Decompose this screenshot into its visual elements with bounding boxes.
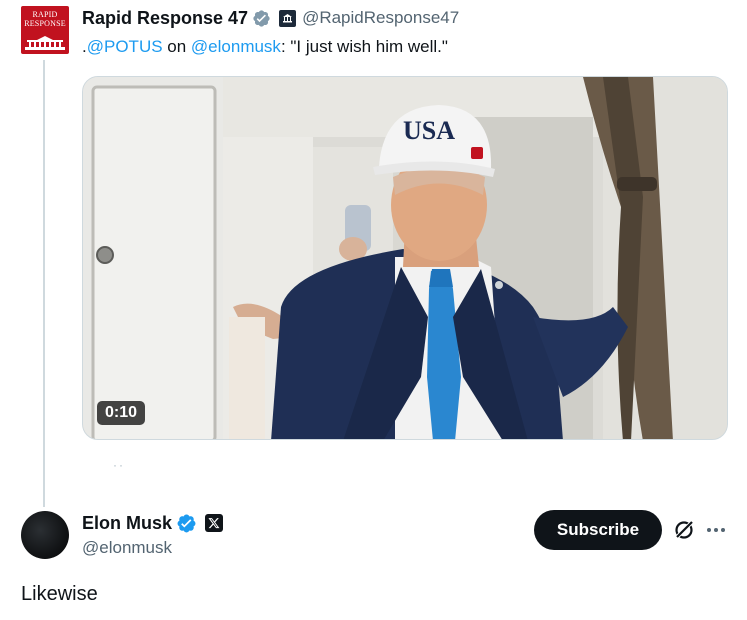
parent-handle[interactable]: @RapidResponse47 (302, 8, 459, 28)
cap-text: USA (403, 116, 455, 145)
parent-tweet-text: .@POTUS on @elonmusk: "I just wish him w… (82, 37, 448, 57)
faint-dots: ·· (113, 458, 125, 472)
video-player[interactable]: USA 0:10 (82, 76, 728, 440)
rapid-response-avatar[interactable]: RAPID RESPONSE (21, 6, 69, 54)
avatar-logo-text: RAPID RESPONSE (24, 10, 66, 28)
text-suffix: : "I just wish him well." (280, 37, 448, 56)
text-mid: on (162, 37, 191, 56)
mention-elonmusk[interactable]: @elonmusk (191, 37, 281, 56)
main-tweet-header: Elon Musk (82, 512, 224, 534)
white-house-icon[interactable] (279, 9, 297, 27)
parent-tweet-header: Rapid Response 47 @RapidResponse47 (82, 6, 459, 30)
main-tweet-text: Likewise (21, 583, 98, 605)
more-icon[interactable] (704, 518, 728, 542)
blue-verified-badge-icon[interactable] (176, 513, 197, 534)
thread-connector-line (43, 60, 45, 507)
x-logo-icon[interactable] (205, 514, 224, 532)
elon-musk-avatar[interactable] (21, 511, 69, 559)
mention-potus[interactable]: @POTUS (87, 37, 163, 56)
main-handle[interactable]: @elonmusk (82, 538, 172, 558)
video-frame: USA (83, 77, 727, 439)
video-duration: 0:10 (97, 401, 146, 425)
building-logo-icon (25, 36, 65, 50)
subscribe-button[interactable]: Subscribe (534, 510, 662, 550)
main-display-name[interactable]: Elon Musk (82, 513, 172, 534)
grok-icon[interactable] (672, 518, 696, 542)
parent-display-name[interactable]: Rapid Response 47 (82, 8, 248, 29)
gray-verified-badge-icon[interactable] (252, 9, 271, 28)
